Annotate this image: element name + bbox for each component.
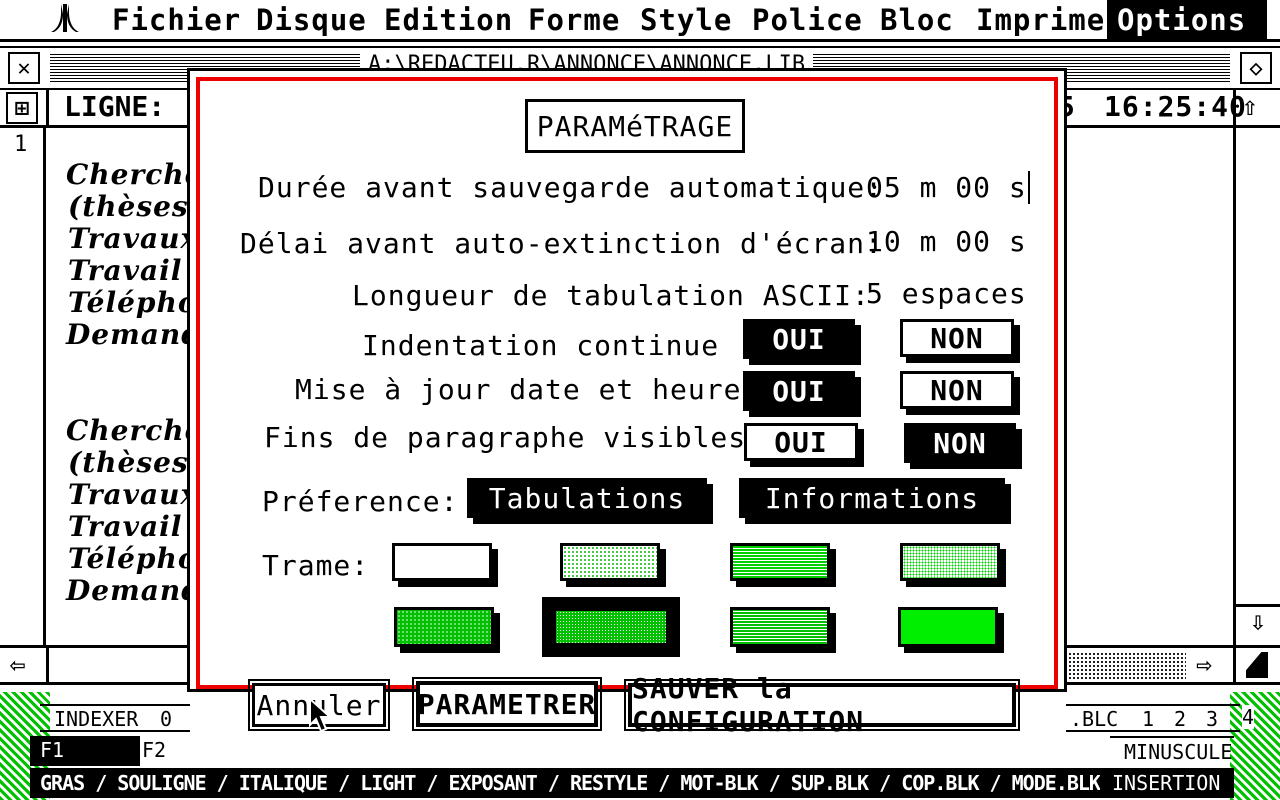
datetime-no-button[interactable]: NON: [900, 371, 1014, 409]
minuscule-label: MINUSCULE: [1124, 740, 1233, 764]
menu-forme[interactable]: Forme: [528, 0, 620, 40]
parametrage-dialog: PARAMéTRAGE Durée avant sauvegarde autom…: [187, 68, 1067, 738]
mouse-pointer-icon: [309, 697, 333, 733]
trame-pattern-6[interactable]: [730, 607, 830, 647]
trame-pattern-5-selected[interactable]: [542, 597, 680, 657]
datetime-label: Mise à jour date et heure:: [295, 373, 760, 406]
scroll-left-icon[interactable]: ⇦: [10, 650, 26, 680]
menu-imprime[interactable]: Imprime: [976, 0, 1105, 40]
atari-logo-icon[interactable]: [48, 0, 82, 40]
autosave-field[interactable]: 05 m 00 s: [866, 171, 1030, 204]
fullscreen-icon[interactable]: ◇: [1240, 52, 1272, 84]
datetime-yes-button[interactable]: OUI: [743, 371, 855, 411]
screen-off-label: Délai avant auto-extinction d'écran:: [240, 227, 883, 260]
autosave-label: Durée avant sauvegarde automatique:: [258, 171, 884, 204]
trame-pattern-1[interactable]: [560, 543, 660, 581]
style-keys-label: GRAS / SOULIGNE / ITALIQUE / LIGHT / EXP…: [40, 771, 1100, 795]
resize-icon[interactable]: [1246, 652, 1268, 678]
screen-off-field[interactable]: 10 m 00 s: [866, 225, 1027, 258]
insertion-key[interactable]: INSERTION: [1100, 768, 1234, 798]
close-icon[interactable]: ✕: [8, 52, 40, 84]
fkey-row1-left: INDEXER 0: [40, 704, 190, 732]
apply-button[interactable]: PARAMETRER: [412, 677, 602, 731]
doc-line: (thèses,: [68, 190, 200, 223]
document-text-right: [1062, 128, 1234, 646]
divider: [1233, 88, 1236, 128]
vertical-scrollbar[interactable]: ⇩: [1233, 128, 1280, 646]
page-3[interactable]: 3: [1206, 707, 1218, 731]
trame-label: Trame:: [262, 549, 370, 582]
line-number: 1: [14, 132, 28, 157]
tab-length-label: Longueur de tabulation ASCII:: [352, 279, 870, 312]
scroll-track[interactable]: [1064, 652, 1186, 680]
save-config-button[interactable]: SAUVER la CONFIGURATION: [624, 672, 1020, 738]
f2-label[interactable]: F2: [142, 738, 166, 762]
menu-fichier[interactable]: Fichier: [112, 0, 241, 40]
paragraph-label: Fins de paragraphe visibles:: [264, 421, 765, 454]
fkey-row1-right: .BLC 1 2 3: [1066, 704, 1240, 732]
grid-icon[interactable]: ⊞: [6, 92, 38, 124]
indexer-key[interactable]: INDEXER: [54, 707, 138, 731]
doc-line: Travail: [68, 254, 183, 287]
fkey-zero[interactable]: 0: [160, 707, 172, 731]
preference-label: Préference:: [262, 485, 459, 518]
menu-edition[interactable]: Edition: [384, 0, 513, 40]
trame-pattern-0[interactable]: [392, 543, 492, 581]
menu-disque[interactable]: Disque: [256, 0, 367, 40]
divider: [46, 88, 49, 128]
page-1[interactable]: 1: [1142, 707, 1154, 731]
scroll-right-icon[interactable]: ⇨: [1196, 650, 1212, 680]
doc-line: Cherche: [66, 414, 204, 447]
atari-logo-icon-svg: [51, 4, 79, 32]
line-gutter: 1: [0, 128, 46, 646]
doc-line: (thèses,: [68, 446, 200, 479]
insertion-label: INSERTION: [1112, 771, 1221, 795]
paragraph-no-button[interactable]: NON: [904, 423, 1016, 463]
trame-pattern-4[interactable]: [394, 607, 494, 647]
clock: 16:25:40: [1104, 90, 1247, 123]
doc-line: Travaux: [68, 222, 199, 255]
scroll-down-icon[interactable]: ⇩: [1236, 604, 1280, 646]
f1-key[interactable]: F1: [30, 736, 140, 766]
blc-key[interactable]: .BLC: [1070, 707, 1118, 731]
document-text[interactable]: Cherche (thèses, Travaux Travail Télépho…: [50, 128, 235, 646]
divider: [1233, 648, 1236, 682]
menu-bloc[interactable]: Bloc: [880, 0, 954, 40]
doc-line: Travaux: [68, 478, 199, 511]
scroll-up-icon[interactable]: ⇧: [1242, 92, 1258, 122]
indent-yes-button[interactable]: OUI: [743, 319, 855, 359]
page-4[interactable]: 4: [1242, 705, 1255, 729]
f1-label: F1: [40, 738, 65, 762]
menu-options[interactable]: Options: [1107, 0, 1267, 40]
page-2[interactable]: 2: [1174, 707, 1186, 731]
divider: [46, 648, 49, 682]
doc-line: Travail: [68, 510, 183, 543]
tab-length-field[interactable]: 5 espaces: [866, 277, 1027, 310]
menu-style[interactable]: Style: [640, 0, 732, 40]
style-keys-row[interactable]: GRAS / SOULIGNE / ITALIQUE / LIGHT / EXP…: [30, 768, 1100, 798]
indent-no-button[interactable]: NON: [900, 319, 1014, 357]
dialog-title: PARAMéTRAGE: [525, 99, 745, 153]
ligne-label: LIGNE:: [64, 90, 166, 123]
pref-informations-button[interactable]: Informations: [739, 478, 1005, 518]
trame-pattern-2[interactable]: [730, 543, 830, 581]
trame-pattern-3[interactable]: [900, 543, 1000, 581]
indent-label: Indentation continue :: [362, 329, 755, 362]
menu-bar: Fichier Disque Edition Forme Style Polic…: [0, 0, 1280, 42]
paragraph-yes-button[interactable]: OUI: [744, 423, 858, 461]
doc-line: Cherche: [66, 158, 204, 191]
pref-tabulations-button[interactable]: Tabulations: [467, 478, 707, 518]
trame-pattern-7[interactable]: [898, 607, 998, 647]
minuscule-key[interactable]: MINUSCULE: [1110, 736, 1234, 766]
menu-police[interactable]: Police: [752, 0, 863, 40]
